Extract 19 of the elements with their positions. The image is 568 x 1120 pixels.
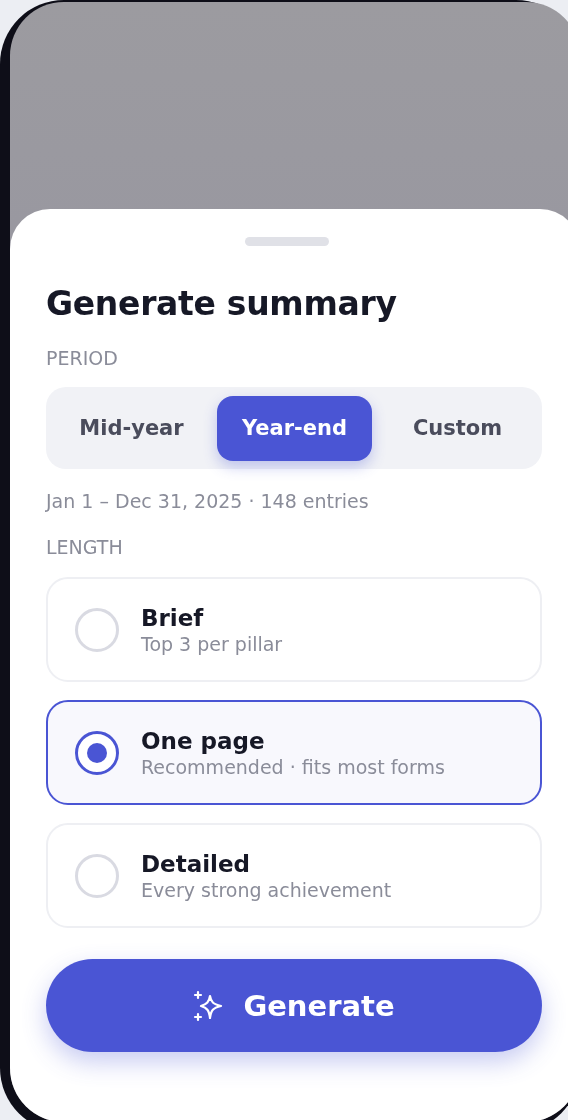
sheet-title: Generate summary: [46, 284, 398, 324]
section-label: LENGTH: [46, 535, 124, 559]
length-option[interactable]: Detailed Every strong achievement: [46, 823, 542, 928]
length-option[interactable]: Brief Top 3 per pillar: [46, 577, 542, 682]
generate-button[interactable]: Generate: [46, 959, 542, 1052]
option-title: Detailed: [141, 849, 252, 878]
segment-tab[interactable]: Mid-year: [54, 395, 209, 461]
segment-tab[interactable]: Year-end: [217, 395, 372, 461]
radio-button[interactable]: [75, 730, 119, 775]
length-option[interactable]: One page Recommended · fits most forms: [46, 700, 542, 805]
option-subtitle: Every strong achievement: [141, 877, 392, 902]
period-summary: Jan 1 – Dec 31, 2025 · 148 entries: [46, 489, 370, 513]
option-title: One page: [141, 726, 266, 755]
option-subtitle: Recommended · fits most forms: [141, 754, 445, 779]
segment-tab[interactable]: Custom: [380, 395, 535, 461]
option-title: Brief: [141, 603, 205, 632]
option-subtitle: Top 3 per pillar: [141, 631, 283, 656]
section-label: PERIOD: [46, 346, 119, 370]
drag-handle[interactable]: [245, 237, 329, 246]
